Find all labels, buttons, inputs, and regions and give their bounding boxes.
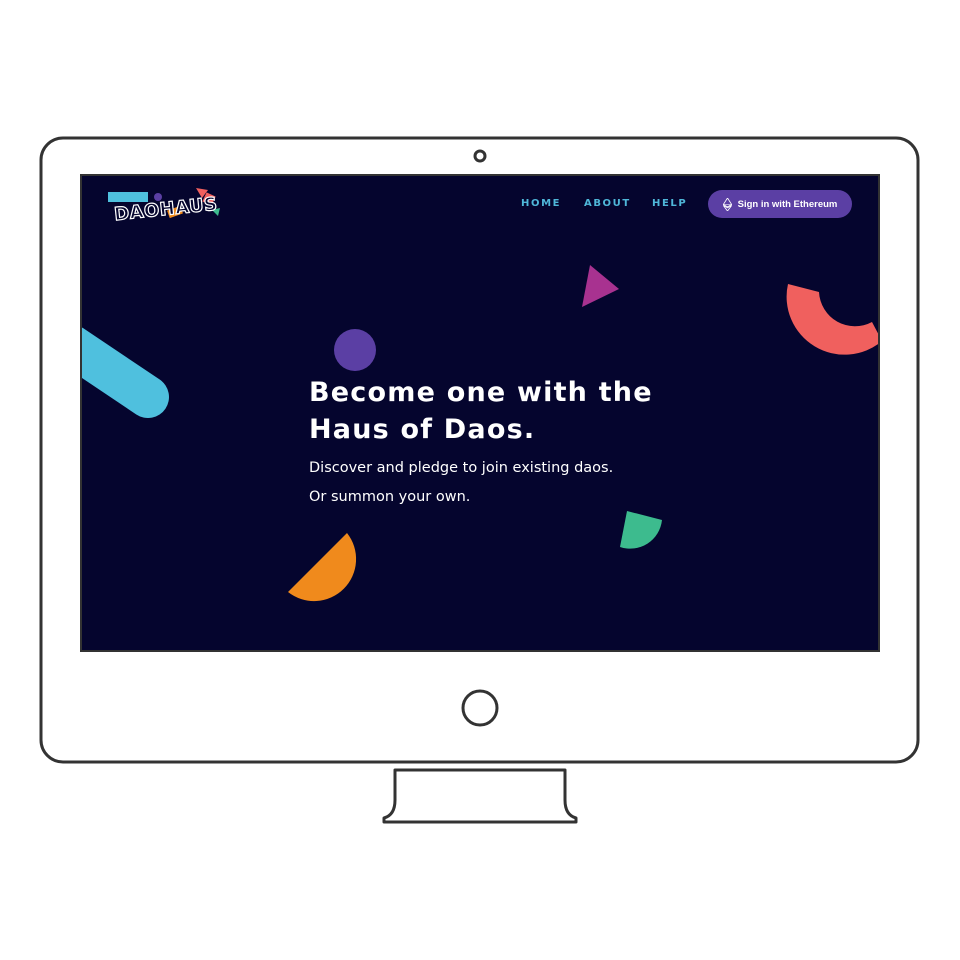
- green-wedge-shape: [620, 511, 662, 549]
- hero-section: Become one with the Haus of Daos. Discov…: [309, 374, 729, 512]
- screen: DAOHAUS HOME ABOUT HELP Sign in with Eth…: [82, 176, 878, 650]
- hero-title-line-1: Become one with the: [309, 377, 653, 408]
- ethereum-icon: [722, 197, 732, 211]
- nav-help-link[interactable]: HELP: [652, 198, 687, 209]
- monitor-mockup: DAOHAUS HOME ABOUT HELP Sign in with Eth…: [0, 0, 960, 960]
- daohaus-logo[interactable]: DAOHAUS: [108, 186, 226, 228]
- hero-title: Become one with the Haus of Daos.: [309, 374, 729, 448]
- hero-subtitle-line-2: Or summon your own.: [309, 489, 471, 505]
- orange-half-circle-shape: [288, 533, 357, 602]
- hero-subtitle-line-1: Discover and pledge to join existing dao…: [309, 460, 614, 476]
- magenta-triangle-shape: [582, 265, 619, 307]
- blue-pill-shape: [82, 327, 169, 418]
- nav-about-link[interactable]: ABOUT: [584, 198, 631, 209]
- hero-subtitle: Discover and pledge to join existing dao…: [309, 454, 729, 512]
- nav-home-link[interactable]: HOME: [521, 198, 561, 209]
- sign-in-label: Sign in with Ethereum: [737, 198, 838, 210]
- top-nav: DAOHAUS HOME ABOUT HELP Sign in with Eth…: [82, 176, 878, 236]
- coral-arc-shape: [786, 284, 878, 355]
- hero-title-line-2: Haus of Daos.: [309, 414, 536, 445]
- sign-in-with-ethereum-button[interactable]: Sign in with Ethereum: [708, 190, 852, 218]
- purple-circle-shape: [334, 329, 376, 371]
- monitor-stand: [382, 768, 578, 824]
